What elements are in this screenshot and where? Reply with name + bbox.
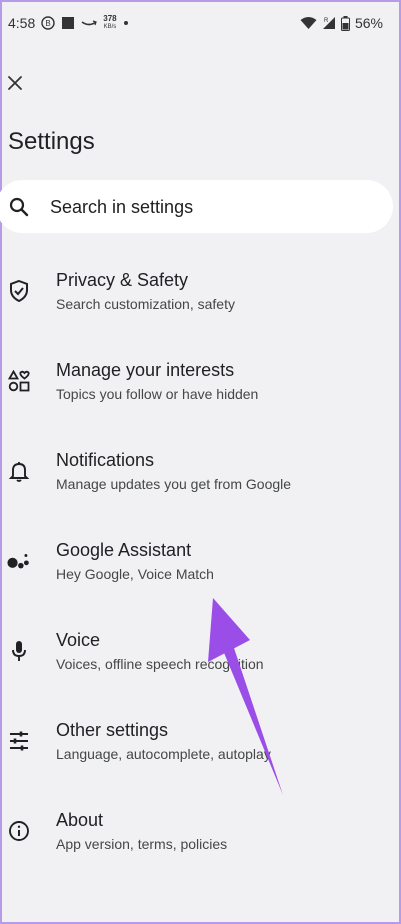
settings-item-subtitle: App version, terms, policies xyxy=(56,836,228,852)
amazon-icon xyxy=(81,18,98,28)
svg-text:B: B xyxy=(46,19,51,28)
status-right: R 56% xyxy=(300,15,383,31)
settings-item-label: Manage your interests xyxy=(56,360,235,380)
settings-item-label: Privacy & Safety xyxy=(56,270,189,290)
settings-item-about[interactable]: About App version, terms, policies xyxy=(0,810,401,900)
settings-item-label: Notifications xyxy=(56,450,155,470)
shield-icon xyxy=(7,279,31,303)
search-bar[interactable]: Search in settings xyxy=(0,180,393,233)
status-time: 4:58 xyxy=(8,15,36,31)
settings-item-voice[interactable]: Voice Voices, offline speech recognition xyxy=(0,630,401,720)
settings-item-other[interactable]: Other settings Language, autocomplete, a… xyxy=(0,720,401,810)
bell-icon xyxy=(7,459,31,483)
close-button[interactable] xyxy=(4,72,26,94)
close-icon xyxy=(8,76,22,90)
settings-item-label: Voice xyxy=(56,630,101,650)
settings-item-label: Google Assistant xyxy=(56,540,192,560)
search-label: Search in settings xyxy=(50,197,194,217)
settings-item-privacy[interactable]: Privacy & Safety Search customization, s… xyxy=(0,270,401,360)
data-saver-icon: B xyxy=(41,16,55,30)
settings-item-subtitle: Topics you follow or have hidden xyxy=(56,386,259,402)
speed-unit: KB/s xyxy=(103,24,117,30)
info-icon xyxy=(7,819,31,843)
page-title: Settings xyxy=(8,128,95,155)
assistant-icon xyxy=(7,549,31,573)
status-left: 4:58 B 378 KB/s xyxy=(8,15,129,31)
settings-item-label: About xyxy=(56,810,104,830)
battery-icon xyxy=(340,15,350,31)
speed-value: 378 xyxy=(103,14,117,23)
settings-item-subtitle: Hey Google, Voice Match xyxy=(56,566,214,582)
settings-item-subtitle: Search customization, safety xyxy=(56,296,235,312)
settings-item-google-assistant[interactable]: Google Assistant Hey Google, Voice Match xyxy=(0,540,401,630)
sliders-icon xyxy=(7,729,31,753)
settings-item-subtitle: Voices, offline speech recognition xyxy=(56,656,264,672)
settings-item-subtitle: Language, autocomplete, autoplay xyxy=(56,746,271,762)
interests-icon xyxy=(7,369,31,393)
network-speed: 378 KB/s xyxy=(103,15,116,31)
svg-text:R: R xyxy=(324,18,329,24)
settings-item-notifications[interactable]: Notifications Manage updates you get fro… xyxy=(0,450,401,540)
mic-icon xyxy=(7,639,31,663)
wifi-icon xyxy=(300,16,317,30)
settings-item-label: Other settings xyxy=(56,720,169,740)
status-bar: 4:58 B 378 KB/s R 56% xyxy=(0,0,401,50)
settings-item-interests[interactable]: Manage your interests Topics you follow … xyxy=(0,360,401,450)
battery-percent: 56% xyxy=(354,15,383,31)
search-icon xyxy=(8,196,30,218)
signal-icon: R xyxy=(322,16,336,30)
settings-item-subtitle: Manage updates you get from Google xyxy=(56,476,292,492)
app-notification-icon xyxy=(61,16,75,30)
more-notifications-dot-icon xyxy=(123,20,129,26)
